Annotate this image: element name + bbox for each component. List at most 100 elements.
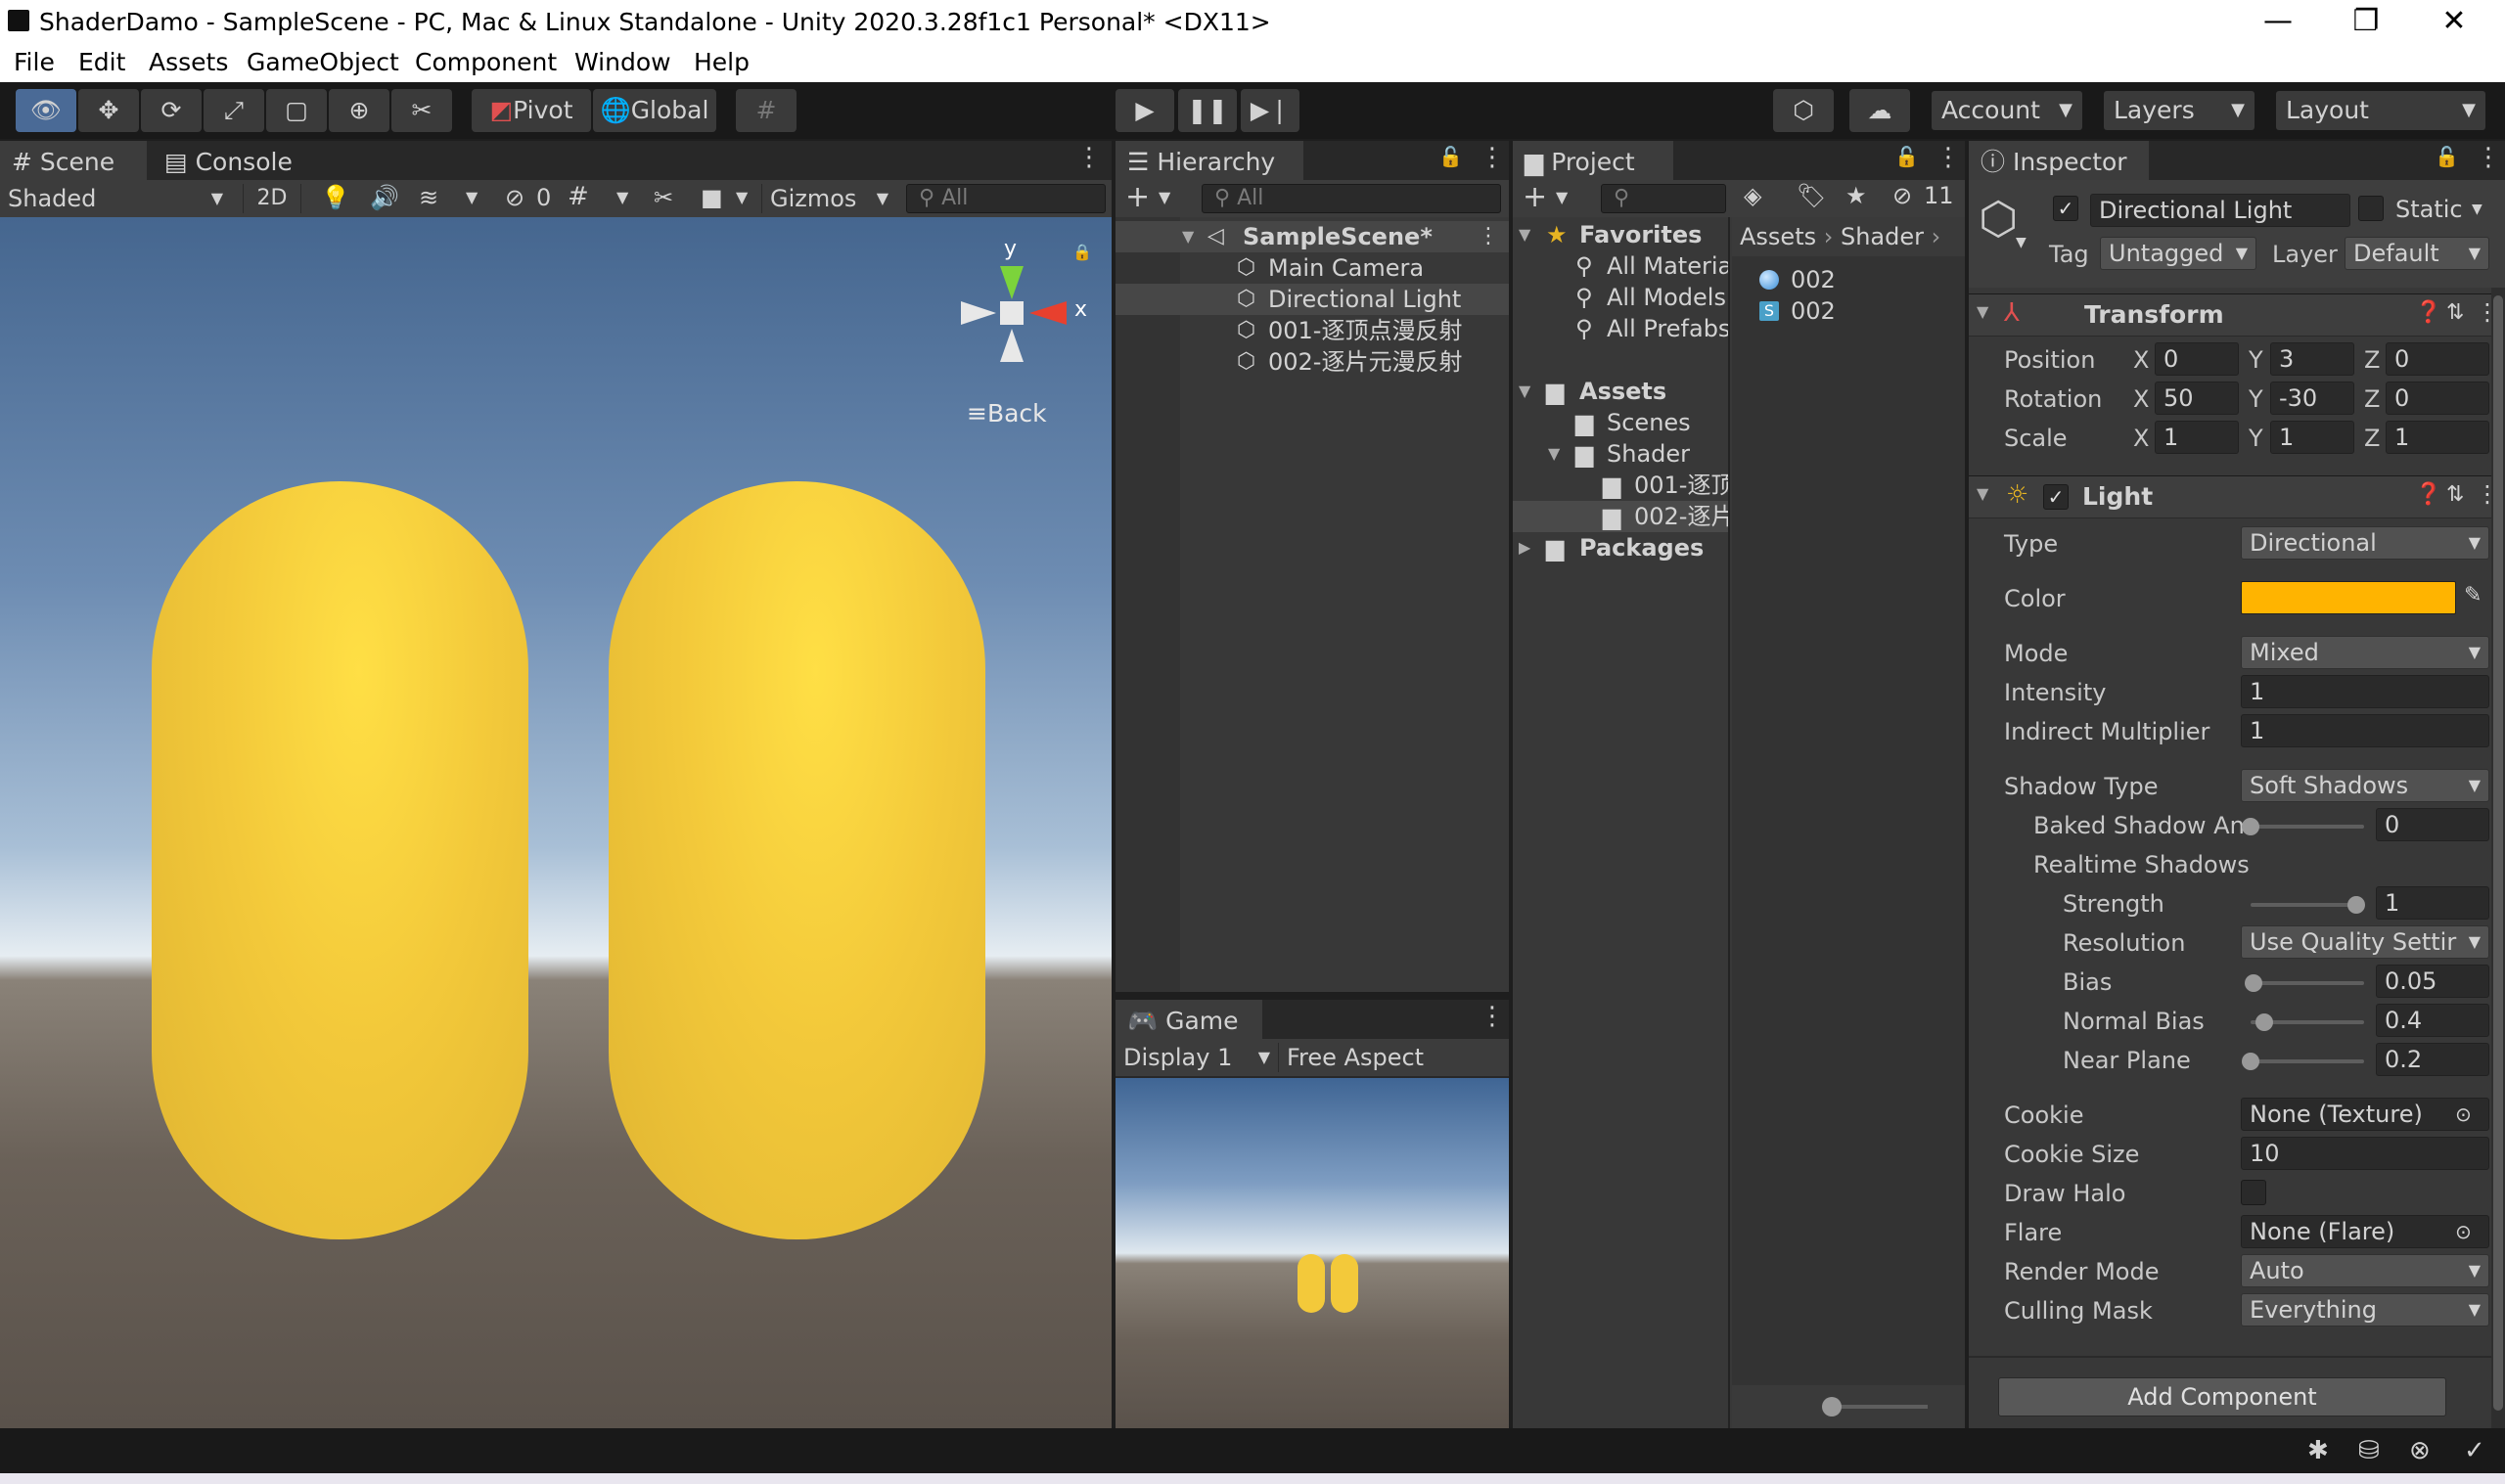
auto-generate-lighting-icon[interactable]: ⊗: [2409, 1436, 2431, 1465]
type-dropdown[interactable]: Directional ▼: [2241, 526, 2489, 560]
presets-icon[interactable]: ⇅: [2446, 300, 2464, 325]
object-picker-icon[interactable]: ⊙: [2455, 1216, 2472, 1247]
menu-help[interactable]: Help: [694, 48, 750, 76]
capsule-right[interactable]: [609, 481, 985, 1239]
hierarchy-item-main-camera[interactable]: ⬡ Main Camera: [1116, 252, 1509, 284]
add-component-button[interactable]: Add Component: [1998, 1377, 2446, 1417]
mode-dropdown[interactable]: Mixed ▼: [2241, 636, 2489, 669]
step-button[interactable]: ▶❘: [1241, 89, 1299, 132]
cookie-size-field[interactable]: 10: [2241, 1137, 2489, 1170]
audio-icon[interactable]: 🔊: [370, 184, 399, 211]
tab-scene[interactable]: # Scene: [0, 141, 147, 180]
hierarchy-search-input[interactable]: ⚲ All: [1202, 184, 1501, 213]
chevron-down-icon[interactable]: ▼: [2472, 202, 2482, 217]
light-header[interactable]: ▼ ☼ ✓ Light ❓ ⇅ ⋮: [1969, 475, 2505, 518]
collab-button[interactable]: ⬡: [1773, 89, 1834, 132]
menu-edit[interactable]: Edit: [78, 48, 125, 76]
scene-viewport[interactable]: y x 🔒 ≡Back: [0, 217, 1112, 1428]
menu-assets[interactable]: Assets: [149, 48, 228, 76]
hierarchy-item-capsule-001[interactable]: ⬡ 001-逐顶点漫反射: [1116, 315, 1509, 346]
bias-field[interactable]: 0.05: [2376, 965, 2489, 998]
rotation-z-label[interactable]: Z: [2364, 385, 2380, 413]
favorite-item-all-prefabs[interactable]: ⚲ All Prefabs: [1513, 313, 1728, 344]
chevron-down-icon[interactable]: ▼: [1556, 188, 1568, 206]
grid-snap-button[interactable]: #: [736, 89, 797, 132]
menu-file[interactable]: File: [14, 48, 55, 76]
file-shader-002[interactable]: S 002: [1732, 295, 1965, 327]
static-checkbox[interactable]: [2358, 196, 2384, 221]
global-button[interactable]: 🌐Global: [593, 89, 716, 132]
tag-dropdown[interactable]: Untagged ▼: [2100, 237, 2256, 270]
lock-icon[interactable]: 🔓: [1438, 145, 1463, 168]
chevron-down-icon[interactable]: ▼: [736, 188, 748, 206]
rotation-y-label[interactable]: Y: [2249, 385, 2263, 413]
draw-halo-checkbox[interactable]: [2241, 1180, 2266, 1205]
scale-y-field[interactable]: 1: [2270, 421, 2354, 454]
normal-bias-field[interactable]: 0.4: [2376, 1004, 2489, 1037]
chevron-down-icon[interactable]: ▼: [616, 188, 628, 206]
normal-bias-knob[interactable]: [2255, 1013, 2274, 1031]
rotate-tool-button[interactable]: ⟳: [141, 89, 202, 132]
baked-shadow-angle-knob[interactable]: [2242, 818, 2259, 835]
view-tool-button[interactable]: 👁: [16, 89, 76, 132]
favorite-star-icon[interactable]: ★: [1845, 182, 1867, 209]
layers-dropdown[interactable]: Layers ▼: [2104, 91, 2254, 130]
capsule-left[interactable]: [152, 481, 528, 1239]
lighting-icon[interactable]: 💡: [321, 184, 350, 211]
presets-icon[interactable]: ⇅: [2446, 482, 2464, 507]
rotation-z-field[interactable]: 0: [2386, 382, 2489, 415]
grid-toggle-icon[interactable]: #: [568, 182, 589, 211]
color-swatch[interactable]: [2241, 581, 2456, 614]
component-tools-icon[interactable]: ✂: [654, 184, 673, 211]
position-y-field[interactable]: 3: [2270, 342, 2354, 376]
collab-status-icon[interactable]: ✓: [2464, 1436, 2485, 1465]
flare-field[interactable]: None (Flare) ⊙: [2241, 1215, 2489, 1248]
tab-inspector[interactable]: ⓘ Inspector: [1969, 141, 2149, 180]
scale-z-field[interactable]: 1: [2386, 421, 2489, 454]
object-picker-icon[interactable]: ⊙: [2455, 1099, 2472, 1130]
rect-tool-button[interactable]: ▢: [266, 89, 327, 132]
file-material-002[interactable]: 002: [1732, 264, 1965, 295]
tab-hierarchy[interactable]: ☰ Hierarchy: [1116, 141, 1303, 180]
chevron-down-icon[interactable]: ▼: [466, 188, 478, 206]
scale-z-label[interactable]: Z: [2364, 425, 2380, 452]
breadcrumb-shader[interactable]: Shader: [1841, 223, 1924, 250]
menu-gameobject[interactable]: GameObject: [247, 48, 399, 76]
scale-tool-button[interactable]: ⤢: [204, 89, 264, 132]
add-icon[interactable]: +: [1523, 180, 1547, 214]
position-z-field[interactable]: 0: [2386, 342, 2489, 376]
cloud-button[interactable]: ☁: [1849, 89, 1910, 132]
zoom-slider-track[interactable]: [1830, 1405, 1928, 1409]
tab-project[interactable]: ▆ Project: [1513, 141, 1673, 180]
scale-x-field[interactable]: 1: [2155, 421, 2239, 454]
scale-y-label[interactable]: Y: [2249, 425, 2263, 452]
culling-mask-dropdown[interactable]: Everything ▼: [2241, 1293, 2489, 1327]
camera-icon[interactable]: ■: [701, 184, 723, 211]
cookie-field[interactable]: None (Texture) ⊙: [2241, 1098, 2489, 1131]
rotation-x-label[interactable]: X: [2133, 385, 2149, 413]
chevron-down-icon[interactable]: ▼: [2016, 235, 2027, 250]
layer-dropdown[interactable]: Default ▼: [2345, 237, 2489, 270]
more-options-icon[interactable]: ⋮: [1480, 143, 1505, 172]
layout-dropdown[interactable]: Layout ▼: [2276, 91, 2485, 130]
close-button[interactable]: ✕: [2415, 2, 2493, 43]
transform-header[interactable]: ▼ ⅄ Transform ❓ ⇅ ⋮: [1969, 293, 2505, 337]
favorite-item-all-materials[interactable]: ⚲ All Materia: [1513, 250, 1728, 282]
hierarchy-item-capsule-002[interactable]: ⬡ 002-逐片元漫反射: [1116, 346, 1509, 378]
zoom-slider-knob[interactable]: [1822, 1397, 1842, 1417]
inspector-scrollbar-thumb[interactable]: [2493, 295, 2503, 1411]
tab-console[interactable]: ▤ Console: [153, 141, 319, 180]
display-dropdown[interactable]: Display 1 ▼: [1123, 1043, 1270, 1072]
effects-icon[interactable]: ≋: [419, 184, 438, 211]
scene-row[interactable]: ▼ ◁ SampleScene* ⋮: [1116, 221, 1509, 252]
eyedropper-icon[interactable]: ✎: [2464, 583, 2482, 607]
position-z-label[interactable]: Z: [2364, 346, 2380, 374]
menu-component[interactable]: Component: [415, 48, 557, 76]
lock-icon[interactable]: 🔓: [1894, 145, 1919, 168]
help-icon[interactable]: ❓: [2415, 300, 2441, 325]
position-x-field[interactable]: 0: [2155, 342, 2239, 376]
move-tool-button[interactable]: ✥: [78, 89, 139, 132]
folder-shader-001[interactable]: ▆ 001-逐顶: [1513, 470, 1728, 501]
indirect-multiplier-field[interactable]: 1: [2241, 714, 2489, 747]
cache-server-icon[interactable]: ⛁: [2358, 1436, 2380, 1465]
